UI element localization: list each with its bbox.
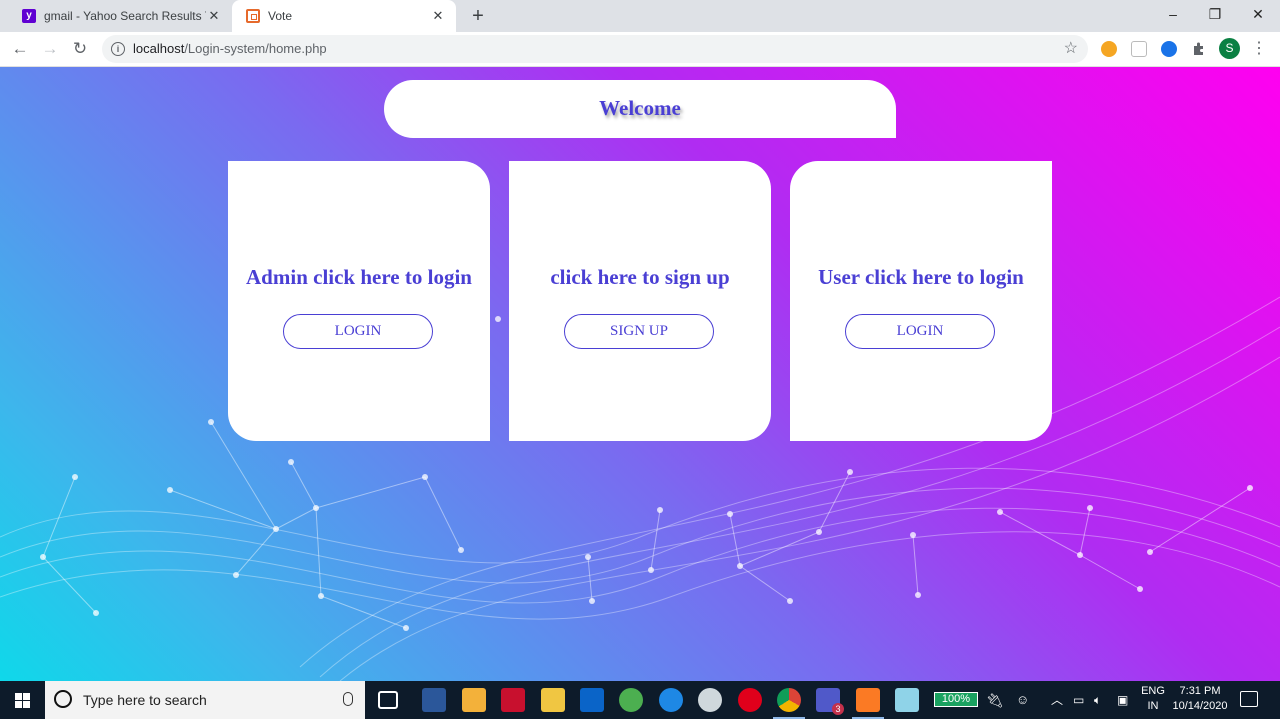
power-plug-icon: 🔌︎ [986,692,1004,708]
extensions-puzzle-icon[interactable] [1191,41,1207,57]
microphone-icon[interactable] [343,692,353,706]
welcome-banner: Welcome [384,80,896,138]
store-icon[interactable] [462,688,486,712]
extension-search-icon[interactable] [1161,41,1177,57]
notification-center-icon[interactable] [1240,691,1258,707]
restore-button[interactable]: ❐ [1193,0,1237,28]
opera-icon[interactable] [738,688,762,712]
reload-button[interactable]: ↻ [68,37,92,61]
address-bar[interactable]: i localhost/Login-system/home.php ☆ [102,35,1088,63]
volume-icon[interactable]: 🔈︎ [1094,681,1101,719]
mail-icon[interactable] [580,688,604,712]
tab-title: Vote [268,9,293,23]
word-icon[interactable] [422,688,446,712]
signup-card: click here to sign up SIGN UP [509,161,771,441]
xampp-icon[interactable] [852,688,884,719]
tab-title: gmail - Yahoo Search Results Yah [44,9,206,23]
people-icon[interactable]: ☺ [1016,681,1029,719]
language-indicator[interactable]: ENG IN [1140,684,1166,714]
start-button[interactable] [0,681,44,719]
tab-yahoo-search[interactable]: y gmail - Yahoo Search Results Yah ✕ [8,0,232,32]
teams-badge: 3 [832,703,844,715]
yahoo-favicon-icon: y [22,9,36,23]
battery-tray-icon[interactable]: ▭ [1073,681,1084,719]
clock-date: 10/14/2020 [1172,700,1228,712]
show-hidden-icons-icon[interactable]: ︿ [1051,681,1063,719]
cortana-icon [54,690,72,708]
notepad-icon[interactable] [895,688,919,712]
sign-up-button[interactable]: SIGN UP [564,314,714,349]
back-button[interactable]: ← [8,37,32,61]
close-window-button[interactable]: ✕ [1236,0,1280,28]
site-info-icon[interactable]: i [111,42,125,56]
card-heading: Admin click here to login [246,265,472,289]
battery-indicator[interactable]: 100% [934,692,978,707]
clock-time: 7:31 PM [1179,685,1221,697]
close-tab-icon[interactable]: ✕ [430,8,446,24]
page-background: Welcome Admin click here to login LOGIN … [0,67,1280,681]
profile-avatar[interactable]: S [1219,38,1240,59]
user-login-button[interactable]: LOGIN [845,314,995,349]
new-tab-button[interactable]: + [466,4,490,28]
network-globe-icon[interactable] [698,688,722,712]
extension-fox-icon[interactable] [1101,41,1117,57]
bookmark-star-icon[interactable]: ☆ [1064,35,1078,63]
forward-button[interactable]: → [38,37,62,61]
task-view-icon[interactable] [378,691,398,709]
windows-taskbar: Type here to search 3 100% 🔌︎ ☺ ︿ ▭ 🔈︎ ▣… [0,681,1280,719]
url-text[interactable]: localhost/Login-system/home.php [133,35,327,63]
tab-vote[interactable]: Vote ✕ [232,0,456,32]
mcafee-icon[interactable] [501,688,525,712]
file-explorer-icon[interactable] [541,688,565,712]
browser-toolbar: ← → ↻ i localhost/Login-system/home.php … [0,32,1280,67]
search-placeholder: Type here to search [83,692,207,708]
teams-icon[interactable]: 3 [816,688,844,715]
minimize-button[interactable]: – [1151,0,1195,28]
tab-strip: y gmail - Yahoo Search Results Yah ✕ Vot… [0,0,1280,32]
extension-page-icon[interactable] [1131,41,1147,57]
clock[interactable]: 7:31 PM 10/14/2020 [1170,684,1230,714]
photos-app-icon[interactable] [659,688,683,712]
chrome-icon[interactable] [773,688,805,719]
user-login-card: User click here to login LOGIN [790,161,1052,441]
browser-menu-icon[interactable]: ⋮ [1250,37,1268,61]
network-icon[interactable]: ▣ [1117,681,1128,719]
card-heading: click here to sign up [550,265,730,289]
admin-login-button[interactable]: LOGIN [283,314,433,349]
admin-login-card: Admin click here to login LOGIN [228,161,490,441]
close-tab-icon[interactable]: ✕ [206,8,222,24]
android-studio-icon[interactable] [619,688,643,712]
welcome-title: Welcome [599,96,681,120]
xampp-favicon-icon [246,9,260,23]
taskbar-search-box[interactable]: Type here to search [45,681,365,719]
card-heading: User click here to login [818,265,1024,289]
